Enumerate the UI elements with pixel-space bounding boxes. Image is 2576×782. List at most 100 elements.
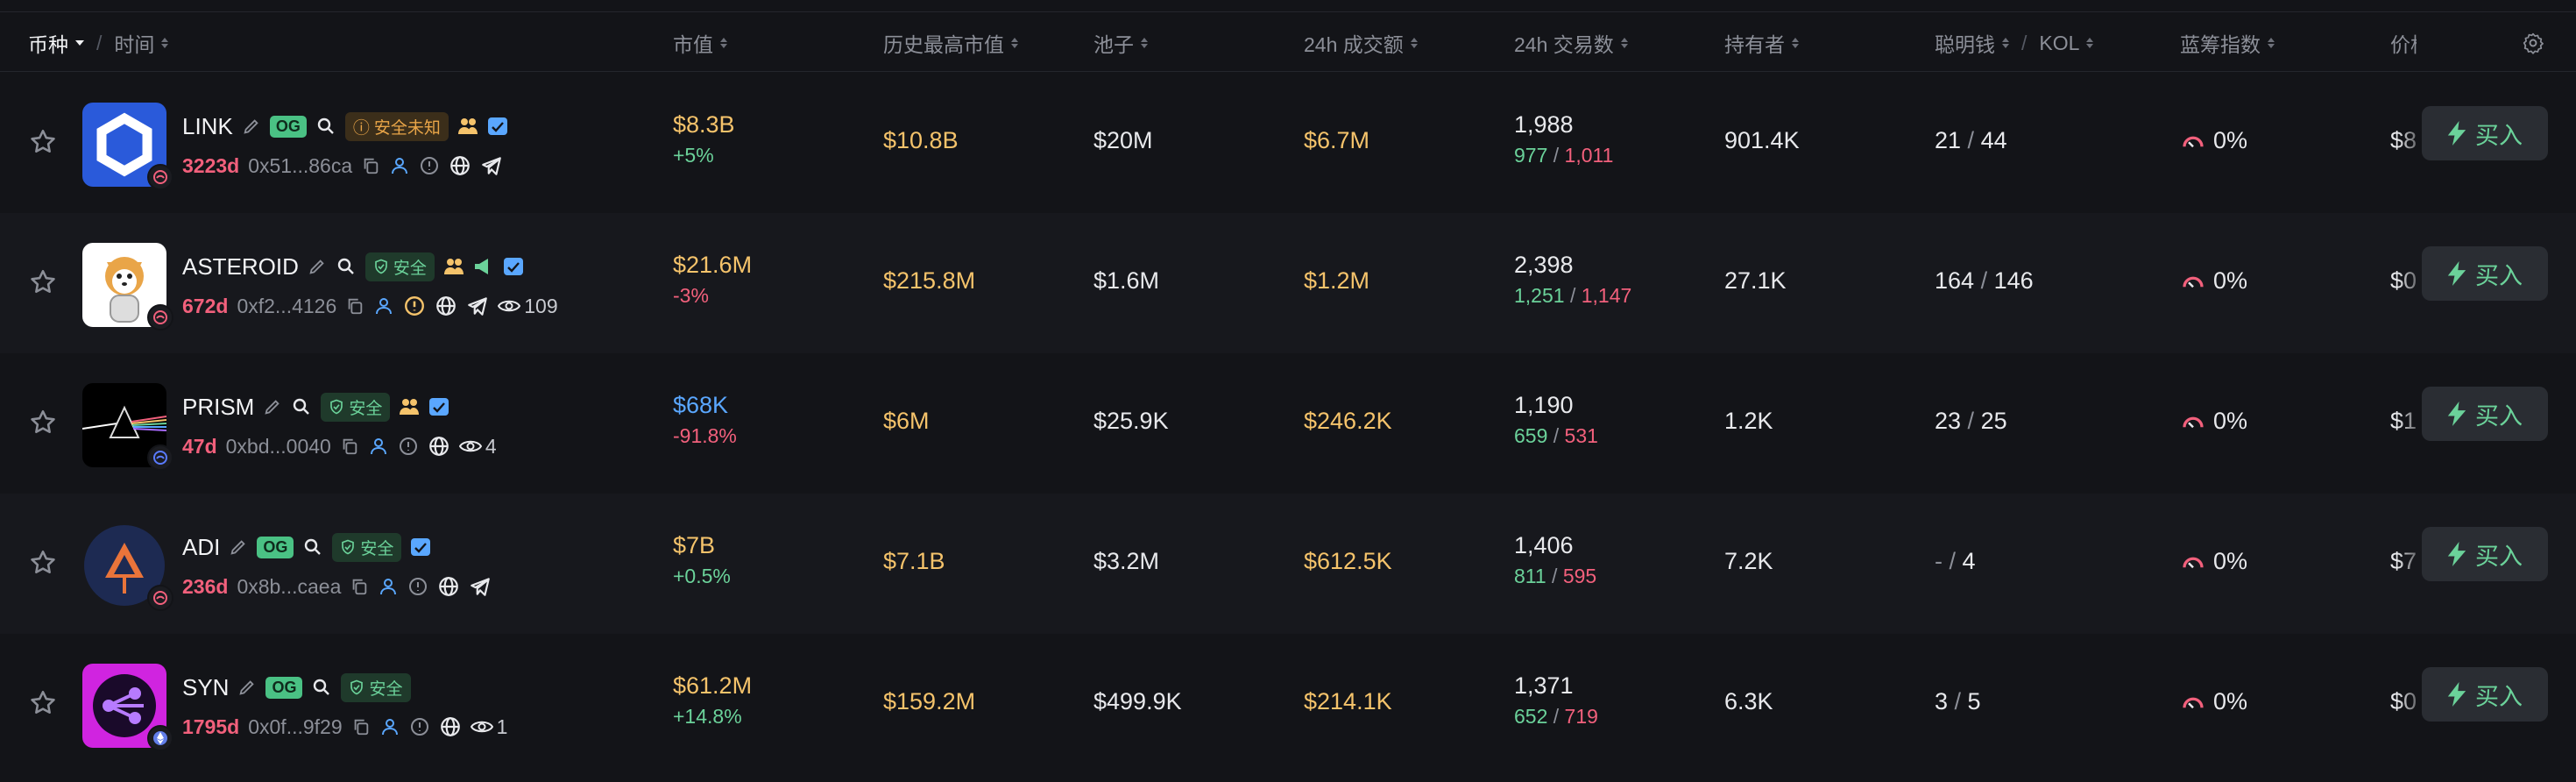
table-row[interactable]: LINK OG ⓘ 安全未知 3223d 0x51...86ca $8.3B +5%… bbox=[0, 73, 2576, 213]
header-price-label: 价格 bbox=[2390, 33, 2417, 56]
header-price[interactable]: 价格 bbox=[2390, 28, 2417, 58]
user-icon[interactable] bbox=[389, 155, 410, 176]
mcap-cell: $61.2M +14.8% bbox=[673, 672, 752, 729]
sort-icon bbox=[161, 38, 169, 48]
edit-icon[interactable] bbox=[242, 117, 261, 136]
copy-icon[interactable] bbox=[351, 717, 371, 736]
globe-icon[interactable] bbox=[428, 435, 450, 458]
chain-icon bbox=[147, 725, 173, 751]
edit-icon[interactable] bbox=[263, 397, 282, 416]
user-icon[interactable] bbox=[368, 436, 389, 457]
globe-icon[interactable] bbox=[437, 575, 460, 598]
star-icon[interactable] bbox=[28, 127, 58, 157]
telegram-icon[interactable] bbox=[469, 575, 492, 598]
header-txs[interactable]: 24h 交易数 bbox=[1514, 28, 1628, 58]
smart-value: - bbox=[1935, 548, 1943, 574]
token-name[interactable]: LINK bbox=[182, 113, 233, 140]
edit-icon[interactable] bbox=[229, 537, 248, 557]
security-badge[interactable]: 安全 bbox=[332, 532, 402, 562]
buy-button[interactable]: 买入 bbox=[2422, 667, 2548, 722]
token-address[interactable]: 0x8b...caea bbox=[237, 575, 341, 599]
header-ath[interactable]: 历史最高市值 bbox=[883, 28, 1018, 58]
search-icon[interactable] bbox=[315, 116, 336, 137]
info-icon[interactable] bbox=[398, 436, 419, 457]
table-row[interactable]: ADI OG 安全 236d 0x8b...caea $7B +0.5% $7.1… bbox=[0, 494, 2576, 634]
header-mcap[interactable]: 市值 bbox=[673, 28, 727, 58]
globe-icon[interactable] bbox=[449, 154, 471, 177]
table-row[interactable]: PRISM 安全 47d 0xbd...0040 4 $68K -91.8% $6… bbox=[0, 353, 2576, 494]
buy-button[interactable]: 买入 bbox=[2422, 387, 2548, 441]
telegram-icon[interactable] bbox=[466, 295, 489, 317]
header-time-label[interactable]: 时间 bbox=[114, 28, 154, 58]
user-icon[interactable] bbox=[373, 295, 394, 316]
header-bluechip[interactable]: 蓝筹指数 bbox=[2180, 28, 2275, 58]
copy-icon[interactable] bbox=[340, 437, 359, 456]
smart-value: 164 bbox=[1935, 267, 1975, 294]
eye-icon bbox=[498, 300, 521, 312]
buy-button[interactable]: 买入 bbox=[2422, 106, 2548, 160]
copy-icon[interactable] bbox=[350, 577, 369, 596]
verified-tag-icon bbox=[411, 538, 431, 556]
token-name[interactable]: SYN bbox=[182, 674, 229, 701]
sort-icon bbox=[1792, 38, 1799, 48]
views-value: 4 bbox=[485, 434, 497, 458]
header-smart-kol[interactable]: 聪明钱 / KOL bbox=[1935, 28, 2094, 58]
txs-cell: 1,190 659 / 531 bbox=[1514, 392, 1598, 447]
header-separator: / bbox=[96, 31, 103, 54]
globe-icon[interactable] bbox=[435, 295, 457, 317]
token-address[interactable]: 0xbd...0040 bbox=[226, 435, 331, 459]
security-badge[interactable]: 安全 bbox=[341, 672, 411, 702]
holders-value: 6.3K bbox=[1724, 688, 1773, 714]
search-icon[interactable] bbox=[291, 396, 312, 417]
ath-value: $215.8M bbox=[883, 267, 976, 294]
header-holders[interactable]: 持有者 bbox=[1724, 28, 1799, 58]
token-name[interactable]: PRISM bbox=[182, 394, 254, 421]
info-icon[interactable] bbox=[407, 576, 428, 597]
edit-icon[interactable] bbox=[237, 678, 257, 697]
token-age: 1795d bbox=[182, 714, 240, 738]
table-row[interactable]: SYN OG 安全 1795d 0x0f...9f29 1 $61.2M +14.… bbox=[0, 634, 2576, 774]
bluechip-value: 0% bbox=[2213, 267, 2248, 294]
buy-button[interactable]: 买入 bbox=[2422, 246, 2548, 301]
telegram-icon[interactable] bbox=[480, 154, 503, 177]
star-icon[interactable] bbox=[28, 548, 58, 578]
token-address[interactable]: 0xf2...4126 bbox=[237, 295, 336, 318]
security-badge[interactable]: ⓘ 安全未知 bbox=[344, 111, 449, 141]
search-icon[interactable] bbox=[302, 537, 323, 558]
search-icon[interactable] bbox=[336, 256, 357, 277]
header-coin[interactable]: 币种 / 时间 bbox=[28, 28, 169, 58]
star-icon[interactable] bbox=[28, 408, 58, 437]
ath-value: $7.1B bbox=[883, 548, 945, 574]
user-icon[interactable] bbox=[378, 576, 399, 597]
buy-button[interactable]: 买入 bbox=[2422, 527, 2548, 581]
user-icon[interactable] bbox=[379, 716, 400, 737]
security-badge[interactable]: 安全 bbox=[364, 252, 435, 281]
security-badge[interactable]: 安全 bbox=[321, 392, 391, 422]
header-bluechip-label: 蓝筹指数 bbox=[2180, 33, 2261, 56]
gear-icon[interactable] bbox=[2522, 32, 2544, 54]
info-icon[interactable] bbox=[419, 155, 440, 176]
info-icon[interactable] bbox=[409, 716, 430, 737]
txs-value: 2,398 bbox=[1514, 252, 1574, 278]
copy-icon[interactable] bbox=[345, 296, 364, 316]
star-icon[interactable] bbox=[28, 267, 58, 297]
sells-count: 531 bbox=[1564, 424, 1598, 447]
token-name[interactable]: ASTEROID bbox=[182, 253, 299, 281]
search-icon[interactable] bbox=[311, 677, 332, 698]
header-pool[interactable]: 池子 bbox=[1093, 28, 1148, 58]
token-address[interactable]: 0x0f...9f29 bbox=[248, 715, 342, 739]
copy-icon[interactable] bbox=[361, 156, 380, 175]
token-address[interactable]: 0x51...86ca bbox=[248, 154, 352, 178]
header-vol[interactable]: 24h 成交额 bbox=[1304, 28, 1418, 58]
token-name[interactable]: ADI bbox=[182, 534, 220, 561]
buys-count: 652 bbox=[1514, 705, 1548, 728]
edit-icon[interactable] bbox=[308, 257, 327, 276]
header-kol-label[interactable]: KOL bbox=[2039, 32, 2079, 55]
table-header: 币种 / 时间 市值 历史最高市值 池子 24h 成交额 24h 交易数 持有者… bbox=[0, 12, 2576, 72]
globe-icon[interactable] bbox=[439, 715, 462, 738]
warning-icon[interactable] bbox=[403, 295, 426, 317]
sort-icon bbox=[1620, 38, 1628, 48]
star-icon[interactable] bbox=[28, 688, 58, 718]
mcap-change: -3% bbox=[673, 284, 709, 307]
table-row[interactable]: ASTEROID 安全 672d 0xf2...4126 109 $21.6M -… bbox=[0, 213, 2576, 353]
